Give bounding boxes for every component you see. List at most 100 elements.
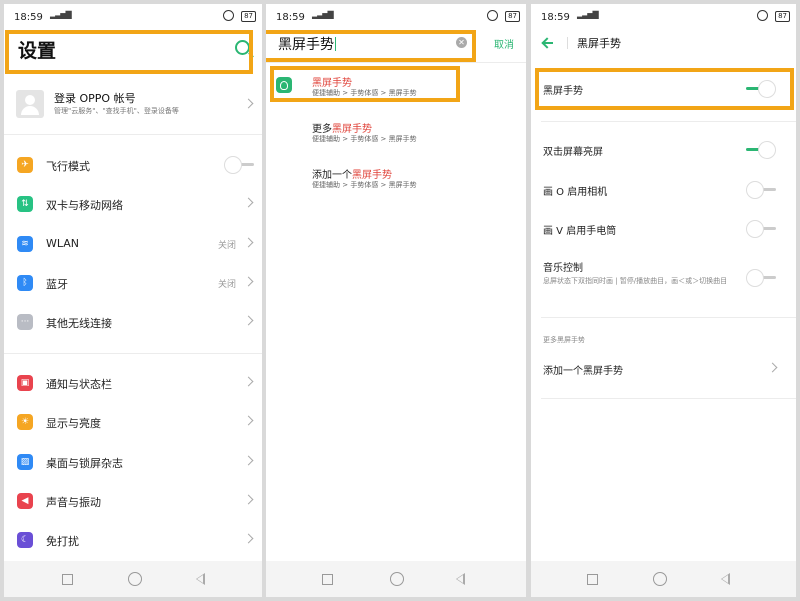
- double-tap-toggle[interactable]: [746, 141, 776, 159]
- page-title: 设置: [18, 40, 57, 62]
- divider: [4, 353, 262, 354]
- settings-item-notifications[interactable]: ▣ 通知与状态栏: [4, 368, 262, 398]
- more-icon: ···: [17, 314, 33, 330]
- settings-item-label: 蓝牙: [46, 278, 68, 291]
- alarm-icon: [757, 10, 768, 21]
- double-tap-row[interactable]: 双击屏幕亮屏: [531, 135, 796, 165]
- sim-icon: ⇅: [17, 196, 33, 212]
- settings-item-label: 桌面与锁屏杂志: [46, 457, 123, 470]
- battery-icon: 87: [241, 11, 256, 22]
- settings-item-do-not-disturb[interactable]: ☾ 免打扰: [4, 525, 262, 555]
- home-icon[interactable]: [128, 572, 142, 586]
- result-title: 更多黑屏手势: [312, 124, 372, 135]
- back-icon[interactable]: [721, 573, 730, 585]
- search-result-item[interactable]: 更多黑屏手势 便捷辅助 > 手势体感 > 黑屏手势: [266, 114, 526, 152]
- back-icon[interactable]: [456, 573, 465, 585]
- search-input[interactable]: 黑屏手势: [278, 34, 336, 54]
- chevron-right-icon: [243, 415, 254, 426]
- clear-icon[interactable]: ✕: [456, 37, 467, 48]
- draw-o-toggle[interactable]: [746, 181, 776, 199]
- status-bar: 18:59 ▂▃▅▇ 87: [266, 4, 526, 30]
- main-gesture-toggle[interactable]: [746, 80, 776, 98]
- result-path: 便捷辅助 > 手势体感 > 黑屏手势: [312, 181, 417, 189]
- result-title: 黑屏手势: [312, 78, 352, 89]
- recents-icon[interactable]: [587, 574, 598, 585]
- search-icon[interactable]: [235, 40, 250, 55]
- back-arrow-icon[interactable]: [543, 42, 553, 44]
- text-cursor: [335, 37, 336, 51]
- search-screen: 18:59 ▂▃▅▇ 87 黑屏手势 ✕ 取消 黑屏手势 便捷辅助 > 手势体感…: [266, 4, 526, 597]
- recents-icon[interactable]: [322, 574, 333, 585]
- recents-icon[interactable]: [62, 574, 73, 585]
- gesture-icon: [276, 77, 292, 93]
- settings-item-airplane-mode[interactable]: ✈ 飞行模式: [4, 150, 262, 180]
- wifi-icon: ≋: [17, 236, 33, 252]
- chevron-right-icon: [243, 315, 254, 326]
- search-query: 黑屏手势: [278, 37, 334, 53]
- settings-item-label: 双卡与移动网络: [46, 199, 123, 212]
- option-label: 双击屏幕亮屏: [543, 147, 603, 158]
- chevron-right-icon: [243, 237, 254, 248]
- chevron-right-icon: [243, 455, 254, 466]
- settings-item-label: 其他无线连接: [46, 317, 112, 330]
- navigation-bar: [266, 561, 526, 597]
- main-gesture-row[interactable]: 黑屏手势: [531, 74, 796, 104]
- signal-icon: ▂▃▅▇: [312, 10, 334, 19]
- settings-item-dual-sim[interactable]: ⇅ 双卡与移动网络: [4, 189, 262, 219]
- add-gesture-row[interactable]: 添加一个黑屏手势: [531, 354, 796, 384]
- draw-v-toggle[interactable]: [746, 220, 776, 238]
- chevron-right-icon: [243, 376, 254, 387]
- divider: [266, 62, 526, 63]
- alarm-icon: [487, 10, 498, 21]
- battery-icon: 87: [775, 11, 790, 22]
- bluetooth-status: 关闭: [217, 280, 236, 290]
- search-result-item[interactable]: 黑屏手势 便捷辅助 > 手势体感 > 黑屏手势: [266, 68, 526, 106]
- draw-v-row[interactable]: 画 V 启用手电筒: [531, 214, 796, 244]
- account-title: 登录 OPPO 帐号: [54, 92, 136, 105]
- oppo-account-row[interactable]: 登录 OPPO 帐号 管理"云服务"、"查找手机"、登录设备等: [14, 86, 256, 126]
- chevron-right-icon: [243, 98, 254, 109]
- battery-icon: 87: [505, 11, 520, 22]
- option-label: 音乐控制: [543, 263, 583, 274]
- home-icon[interactable]: [653, 572, 667, 586]
- search-result-item[interactable]: 添加一个黑屏手势 便捷辅助 > 手势体感 > 黑屏手势: [266, 160, 526, 198]
- divider: [4, 134, 262, 135]
- divider: [541, 317, 796, 318]
- status-time: 18:59: [14, 12, 43, 23]
- section-title: 更多黑屏手势: [543, 336, 585, 344]
- settings-screen: 18:59 ▂▃▅▇ 87 设置 登录 OPPO 帐号 管理"云服务"、"查找手…: [4, 4, 262, 597]
- airplane-mode-toggle[interactable]: [224, 156, 254, 174]
- wlan-status: 关闭: [217, 241, 236, 251]
- settings-item-wallpaper[interactable]: ▨ 桌面与锁屏杂志: [4, 447, 262, 477]
- page-title: 黑屏手势: [577, 37, 621, 50]
- settings-item-display[interactable]: ☀ 显示与亮度: [4, 407, 262, 437]
- settings-item-label: 飞行模式: [46, 160, 90, 173]
- header-separator: [567, 37, 568, 49]
- gesture-settings-screen: 18:59 ▂▃▅▇ 87 黑屏手势 黑屏手势 双击屏幕亮屏 画 O 启用相机 …: [531, 4, 796, 597]
- settings-item-wlan[interactable]: ≋ WLAN 关闭: [4, 229, 262, 259]
- main-gesture-label: 黑屏手势: [543, 86, 583, 97]
- cancel-button[interactable]: 取消: [494, 36, 514, 51]
- bluetooth-icon: ᛒ: [17, 275, 33, 291]
- settings-item-bluetooth[interactable]: ᛒ 蓝牙 关闭: [4, 268, 262, 298]
- chevron-right-icon: [243, 494, 254, 505]
- draw-o-row[interactable]: 画 O 启用相机: [531, 175, 796, 205]
- divider: [541, 398, 796, 399]
- option-label: 画 O 启用相机: [543, 187, 608, 198]
- signal-icon: ▂▃▅▇: [577, 10, 599, 19]
- back-icon[interactable]: [196, 573, 205, 585]
- signal-icon: ▂▃▅▇: [50, 10, 72, 19]
- status-time: 18:59: [276, 12, 305, 23]
- moon-icon: ☾: [17, 532, 33, 548]
- settings-item-other-wireless[interactable]: ··· 其他无线连接: [4, 307, 262, 337]
- avatar-icon: [16, 90, 44, 118]
- status-bar: 18:59 ▂▃▅▇ 87: [4, 4, 262, 30]
- airplane-icon: ✈: [17, 157, 33, 173]
- settings-item-label: 免打扰: [46, 535, 79, 548]
- account-subtitle: 管理"云服务"、"查找手机"、登录设备等: [54, 107, 179, 115]
- settings-item-sound[interactable]: ◀ 声音与振动: [4, 486, 262, 516]
- sound-icon: ◀: [17, 493, 33, 509]
- music-control-description: 息屏状态下双指同时画 | 暂停/播放曲目，画＜或＞切换曲目: [543, 277, 728, 285]
- music-control-toggle[interactable]: [746, 269, 776, 287]
- home-icon[interactable]: [390, 572, 404, 586]
